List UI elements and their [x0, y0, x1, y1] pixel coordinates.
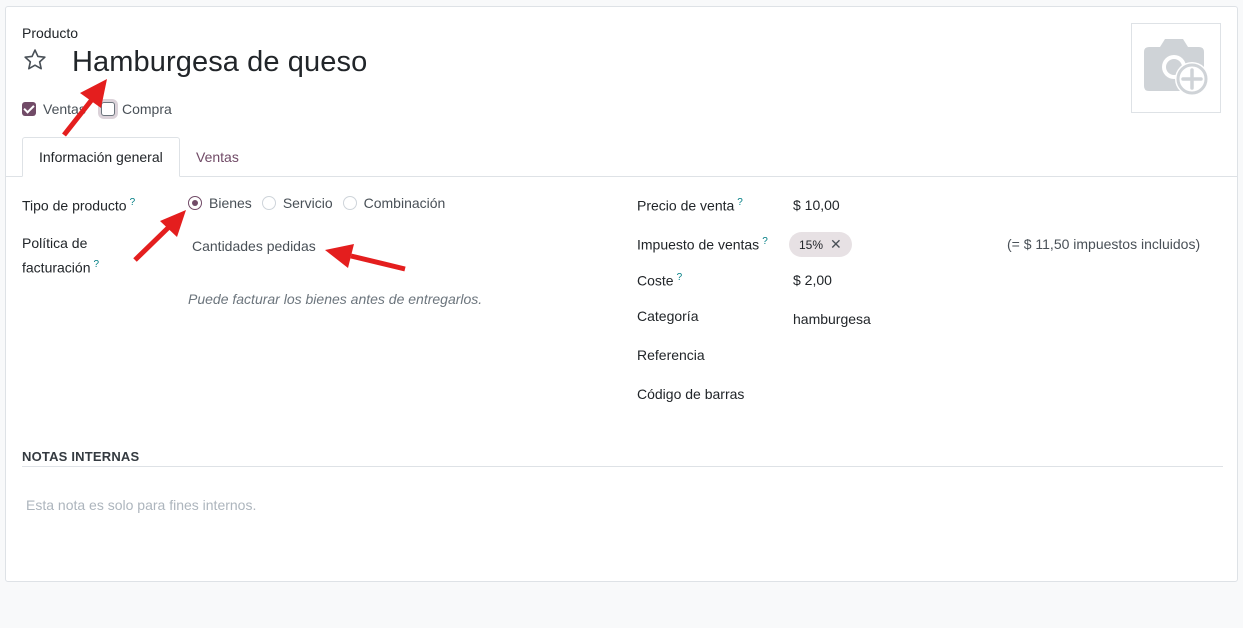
- invoice-policy-select[interactable]: Cantidades pedidas: [192, 238, 316, 254]
- product-type-label: Tipo de producto?: [22, 192, 135, 217]
- product-name-input[interactable]: Hamburgesa de queso: [72, 46, 367, 79]
- annotation-arrow-policy: [325, 244, 406, 272]
- sale-price-label-text: Precio de venta: [637, 197, 735, 214]
- help-icon[interactable]: ?: [762, 236, 768, 247]
- radio-combo[interactable]: [342, 196, 357, 210]
- radio-service[interactable]: [261, 196, 276, 210]
- tax-included-note: (= $ 11,50 impuestos incluidos): [1007, 236, 1201, 252]
- sales-tax-label: Impuesto de ventas?: [637, 231, 768, 256]
- internal-notes-title: NOTAS INTERNAS: [22, 449, 140, 464]
- radio-option-service[interactable]: Servicio: [261, 195, 333, 211]
- sales-checkbox-group[interactable]: Ventas: [22, 101, 86, 117]
- sale-price-input[interactable]: $ 10,00: [793, 197, 840, 213]
- radio-goods-label: Bienes: [209, 195, 252, 211]
- category-select[interactable]: hamburgesa: [793, 311, 871, 327]
- sales-checkbox[interactable]: [22, 102, 36, 116]
- cost-input[interactable]: $ 2,00: [793, 272, 832, 288]
- sales-checkbox-label: Ventas: [43, 101, 86, 117]
- help-icon[interactable]: ?: [130, 197, 136, 208]
- product-form-sheet: Producto Hamburgesa de queso Ventas Comp…: [5, 6, 1238, 582]
- product-type-label-text: Tipo de producto: [22, 197, 127, 214]
- internal-notes-textarea[interactable]: Esta nota es solo para fines internos.: [26, 497, 1216, 557]
- remove-tag-icon[interactable]: ✕: [830, 236, 842, 253]
- invoice-policy-label: Política de facturación?: [22, 233, 99, 279]
- tab-sales[interactable]: Ventas: [180, 137, 255, 177]
- favorite-star-icon[interactable]: [22, 47, 48, 73]
- invoice-policy-label-line2: facturación: [22, 259, 91, 276]
- radio-option-combo[interactable]: Combinación: [342, 195, 446, 211]
- tab-divider: [6, 176, 1237, 177]
- help-icon[interactable]: ?: [737, 197, 743, 208]
- invoice-policy-label-line1: Política de: [22, 235, 88, 251]
- annotation-arrow-radio: [133, 210, 186, 262]
- tab-general-info[interactable]: Información general: [22, 137, 180, 177]
- purchase-checkbox[interactable]: [101, 102, 115, 116]
- barcode-label: Código de barras: [637, 386, 745, 402]
- purchase-checkbox-group[interactable]: Compra: [101, 101, 172, 117]
- invoice-policy-hint: Puede facturar los bienes antes de entre…: [188, 291, 483, 307]
- radio-option-goods[interactable]: Bienes: [188, 195, 252, 211]
- purchase-checkbox-label: Compra: [122, 101, 172, 117]
- radio-goods[interactable]: [188, 196, 202, 210]
- camera-add-icon: [1144, 39, 1209, 96]
- reference-input[interactable]: [793, 345, 1213, 366]
- category-label: Categoría: [637, 308, 699, 324]
- tax-tag: 15% ✕: [789, 232, 852, 257]
- product-image-upload[interactable]: [1131, 23, 1221, 113]
- cost-label: Coste?: [637, 267, 682, 292]
- reference-label: Referencia: [637, 347, 705, 363]
- cost-label-text: Coste: [637, 272, 674, 289]
- section-label: Producto: [22, 25, 79, 41]
- help-icon[interactable]: ?: [677, 272, 683, 283]
- notes-divider: [22, 466, 1223, 467]
- sales-tax-label-text: Impuesto de ventas: [637, 236, 760, 253]
- tax-tag-label: 15%: [799, 237, 824, 252]
- radio-service-label: Servicio: [282, 195, 333, 211]
- barcode-input[interactable]: [793, 384, 1213, 405]
- radio-combo-label: Combinación: [363, 195, 446, 211]
- sale-price-label: Precio de venta?: [637, 192, 743, 217]
- product-type-radio-group[interactable]: Bienes Servicio Combinación: [188, 195, 445, 211]
- help-icon[interactable]: ?: [93, 259, 99, 270]
